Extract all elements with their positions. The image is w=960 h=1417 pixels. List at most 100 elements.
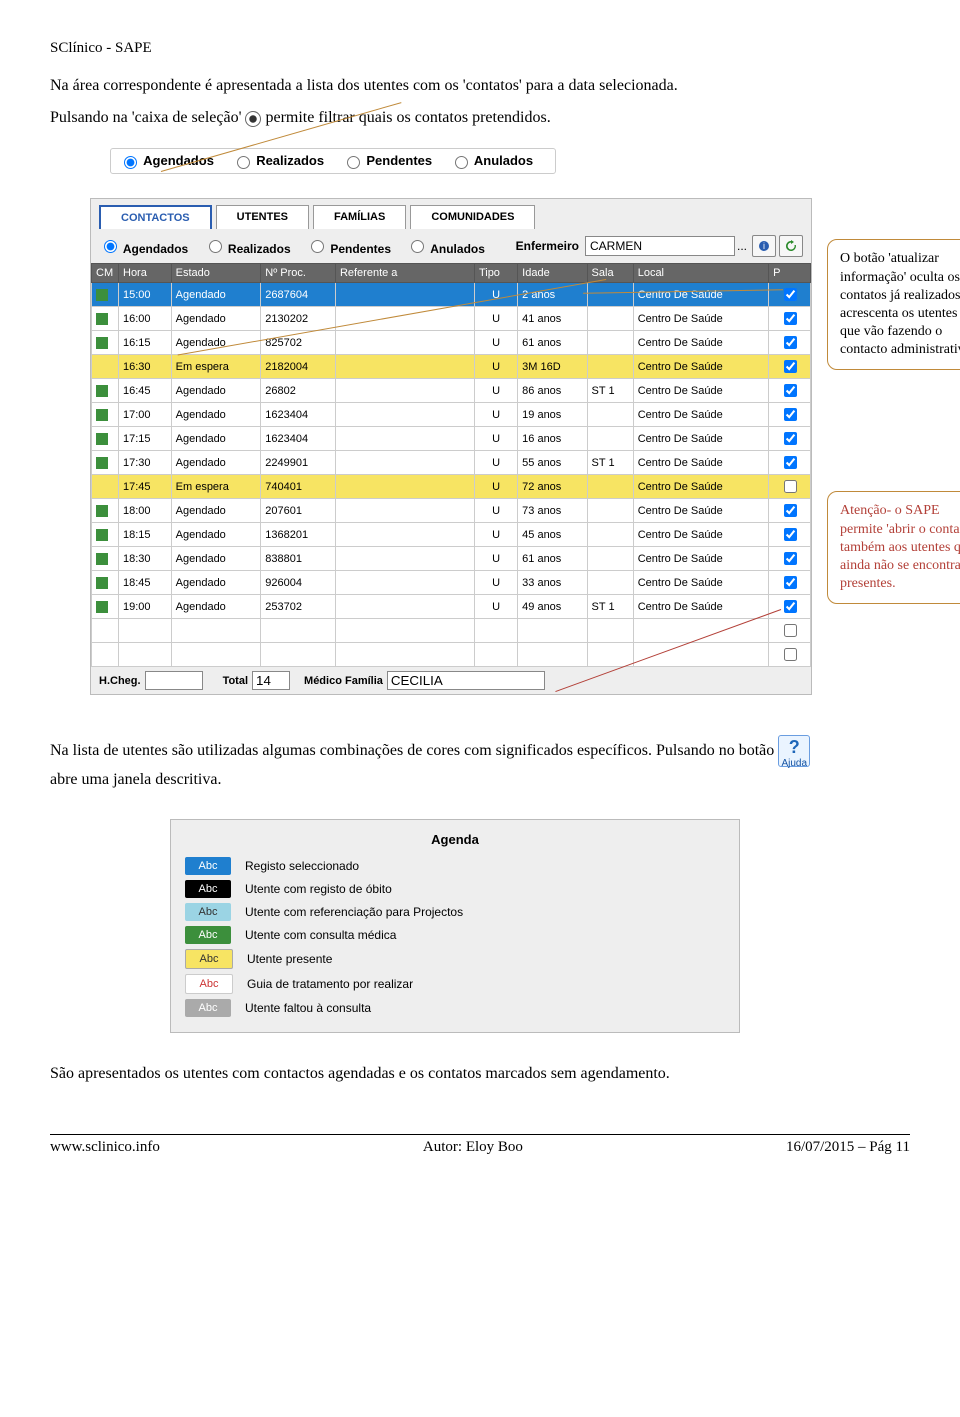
table-row[interactable] — [92, 619, 811, 643]
page-header: SClínico - SAPE — [50, 40, 910, 57]
footer-right: 16/07/2015 – Pág 11 — [786, 1139, 910, 1156]
row-checkbox[interactable] — [784, 624, 797, 637]
legend-swatch: Abc — [185, 880, 231, 898]
row-checkbox[interactable] — [784, 576, 797, 589]
col-local: Local — [633, 264, 768, 283]
agenda-table: CM Hora Estado Nº Proc. Referente a Tipo… — [91, 263, 811, 667]
legend-panel: Agenda Abc Registo seleccionado Abc Utente … — [170, 819, 740, 1033]
medico-value — [387, 671, 545, 690]
legend-desc: Utente com consulta médica — [245, 928, 396, 942]
legend-desc: Registo seleccionado — [245, 859, 359, 873]
tab-utentes[interactable]: UTENTES — [216, 205, 309, 229]
p3b: abre uma janela descritiva. — [50, 771, 221, 789]
footer-left: www.sclinico.info — [50, 1139, 160, 1156]
row-checkbox[interactable] — [784, 408, 797, 421]
radio-pendentes[interactable]: Pendentes — [342, 153, 432, 168]
table-row[interactable]: 19:00Agendado253702U49 anosST 1Centro De… — [92, 595, 811, 619]
filter-pendentes[interactable]: Pendentes — [306, 242, 391, 256]
row-checkbox[interactable] — [784, 600, 797, 613]
table-row[interactable]: 16:45Agendado26802U86 anosST 1Centro De … — [92, 379, 811, 403]
table-row[interactable]: 17:45Em espera740401U72 anosCentro De Sa… — [92, 475, 811, 499]
tab-contactos[interactable]: CONTACTOS — [99, 205, 212, 229]
svg-text:i: i — [763, 241, 765, 251]
legend-row: Abc Utente com consulta médica — [185, 926, 725, 944]
app-window: O botão 'atualizar informação' oculta os… — [90, 198, 812, 695]
table-row[interactable]: 17:30Agendado2249901U55 anosST 1Centro D… — [92, 451, 811, 475]
row-checkbox[interactable] — [784, 456, 797, 469]
legend-swatch: Abc — [185, 949, 233, 969]
row-checkbox[interactable] — [784, 384, 797, 397]
enfermeiro-label: Enfermeiro — [516, 239, 579, 253]
row-checkbox[interactable] — [784, 504, 797, 517]
enfermeiro-input[interactable] — [585, 236, 735, 256]
radio-icon — [245, 111, 261, 127]
row-checkbox[interactable] — [784, 360, 797, 373]
legend-row: Abc Registo seleccionado — [185, 857, 725, 875]
row-checkbox[interactable] — [784, 336, 797, 349]
table-row[interactable]: 18:00Agendado207601U73 anosCentro De Saú… — [92, 499, 811, 523]
filter-agendados[interactable]: Agendados — [99, 242, 188, 256]
table-row[interactable]: 18:15Agendado1368201U45 anosCentro De Sa… — [92, 523, 811, 547]
radio-realizados[interactable]: Realizados — [232, 153, 325, 168]
table-row[interactable]: 16:00Agendado2130202U41 anosCentro De Sa… — [92, 307, 811, 331]
col-estado: Estado — [171, 264, 261, 283]
legend-row: Abc Utente faltou à consulta — [185, 999, 725, 1017]
tab-familias[interactable]: FAMÍLIAS — [313, 205, 406, 229]
row-checkbox[interactable] — [784, 480, 797, 493]
table-row[interactable]: 17:15Agendado1623404U16 anosCentro De Sa… — [92, 427, 811, 451]
col-ref: Referente a — [335, 264, 474, 283]
tab-comunidades[interactable]: COMUNIDADES — [410, 205, 535, 229]
radio-anulados[interactable]: Anulados — [450, 153, 533, 168]
p3a: Na lista de utentes são utilizadas algum… — [50, 742, 774, 760]
row-checkbox[interactable] — [784, 552, 797, 565]
hcheg-input[interactable] — [145, 671, 203, 690]
table-row[interactable]: 17:00Agendado1623404U19 anosCentro De Sa… — [92, 403, 811, 427]
refresh-icon[interactable] — [779, 235, 803, 257]
col-idade: Idade — [518, 264, 587, 283]
row-checkbox[interactable] — [784, 432, 797, 445]
legend-desc: Utente com referenciação para Projectos — [245, 905, 463, 919]
table-row[interactable]: 18:45Agendado926004U33 anosCentro De Saú… — [92, 571, 811, 595]
legend-swatch: Abc — [185, 999, 231, 1017]
legend-swatch: Abc — [185, 857, 231, 875]
table-row[interactable]: 16:30Em espera2182004U3M 16DCentro De Sa… — [92, 355, 811, 379]
row-checkbox[interactable] — [784, 288, 797, 301]
filter-realizados[interactable]: Realizados — [204, 242, 291, 256]
col-tipo: Tipo — [474, 264, 517, 283]
medico-label: Médico Família — [304, 675, 383, 687]
legend-swatch: Abc — [185, 903, 231, 921]
row-checkbox[interactable] — [784, 312, 797, 325]
legend-row: Abc Guia de tratamento por realizar — [185, 974, 725, 994]
legend-row: Abc Utente com registo de óbito — [185, 880, 725, 898]
page-footer: www.sclinico.info Autor: Eloy Boo 16/07/… — [50, 1134, 910, 1156]
col-p: P — [769, 264, 811, 283]
legend-title: Agenda — [185, 832, 725, 847]
total-value — [252, 671, 290, 690]
table-row[interactable]: 15:00Agendado2687604U2 anosCentro De Saú… — [92, 283, 811, 307]
footer-center: Autor: Eloy Boo — [423, 1139, 523, 1156]
hcheg-label: H.Cheg. — [99, 675, 141, 687]
filter-anulados[interactable]: Anulados — [406, 242, 485, 256]
help-icon[interactable]: ?Ajuda — [778, 735, 810, 767]
legend-desc: Utente presente — [247, 952, 332, 966]
legend-desc: Guia de tratamento por realizar — [247, 977, 413, 991]
legend-swatch: Abc — [185, 974, 233, 994]
row-checkbox[interactable] — [784, 648, 797, 661]
total-label: Total — [223, 675, 248, 687]
callout-warning: Atenção- o SAPE permite 'abrir o contact… — [827, 491, 960, 604]
row-checkbox[interactable] — [784, 528, 797, 541]
table-row[interactable]: 18:30Agendado838801U61 anosCentro De Saú… — [92, 547, 811, 571]
p2a: Pulsando na 'caixa de seleção' — [50, 109, 241, 126]
p2b: permite filtrar quais os contatos preten… — [265, 109, 550, 126]
col-cm: CM — [92, 264, 119, 283]
legend-desc: Utente com registo de óbito — [245, 882, 392, 896]
legend-row: Abc Utente presente — [185, 949, 725, 969]
legend-desc: Utente faltou à consulta — [245, 1001, 371, 1015]
paragraph-2: Pulsando na 'caixa de seleção' permite f… — [50, 107, 910, 129]
table-row[interactable] — [92, 643, 811, 667]
legend-swatch: Abc — [185, 926, 231, 944]
info-icon[interactable]: i — [752, 235, 776, 257]
paragraph-4: São apresentados os utentes com contacto… — [50, 1063, 910, 1085]
callout-info: O botão 'atualizar informação' oculta os… — [827, 239, 960, 370]
col-hora: Hora — [119, 264, 172, 283]
